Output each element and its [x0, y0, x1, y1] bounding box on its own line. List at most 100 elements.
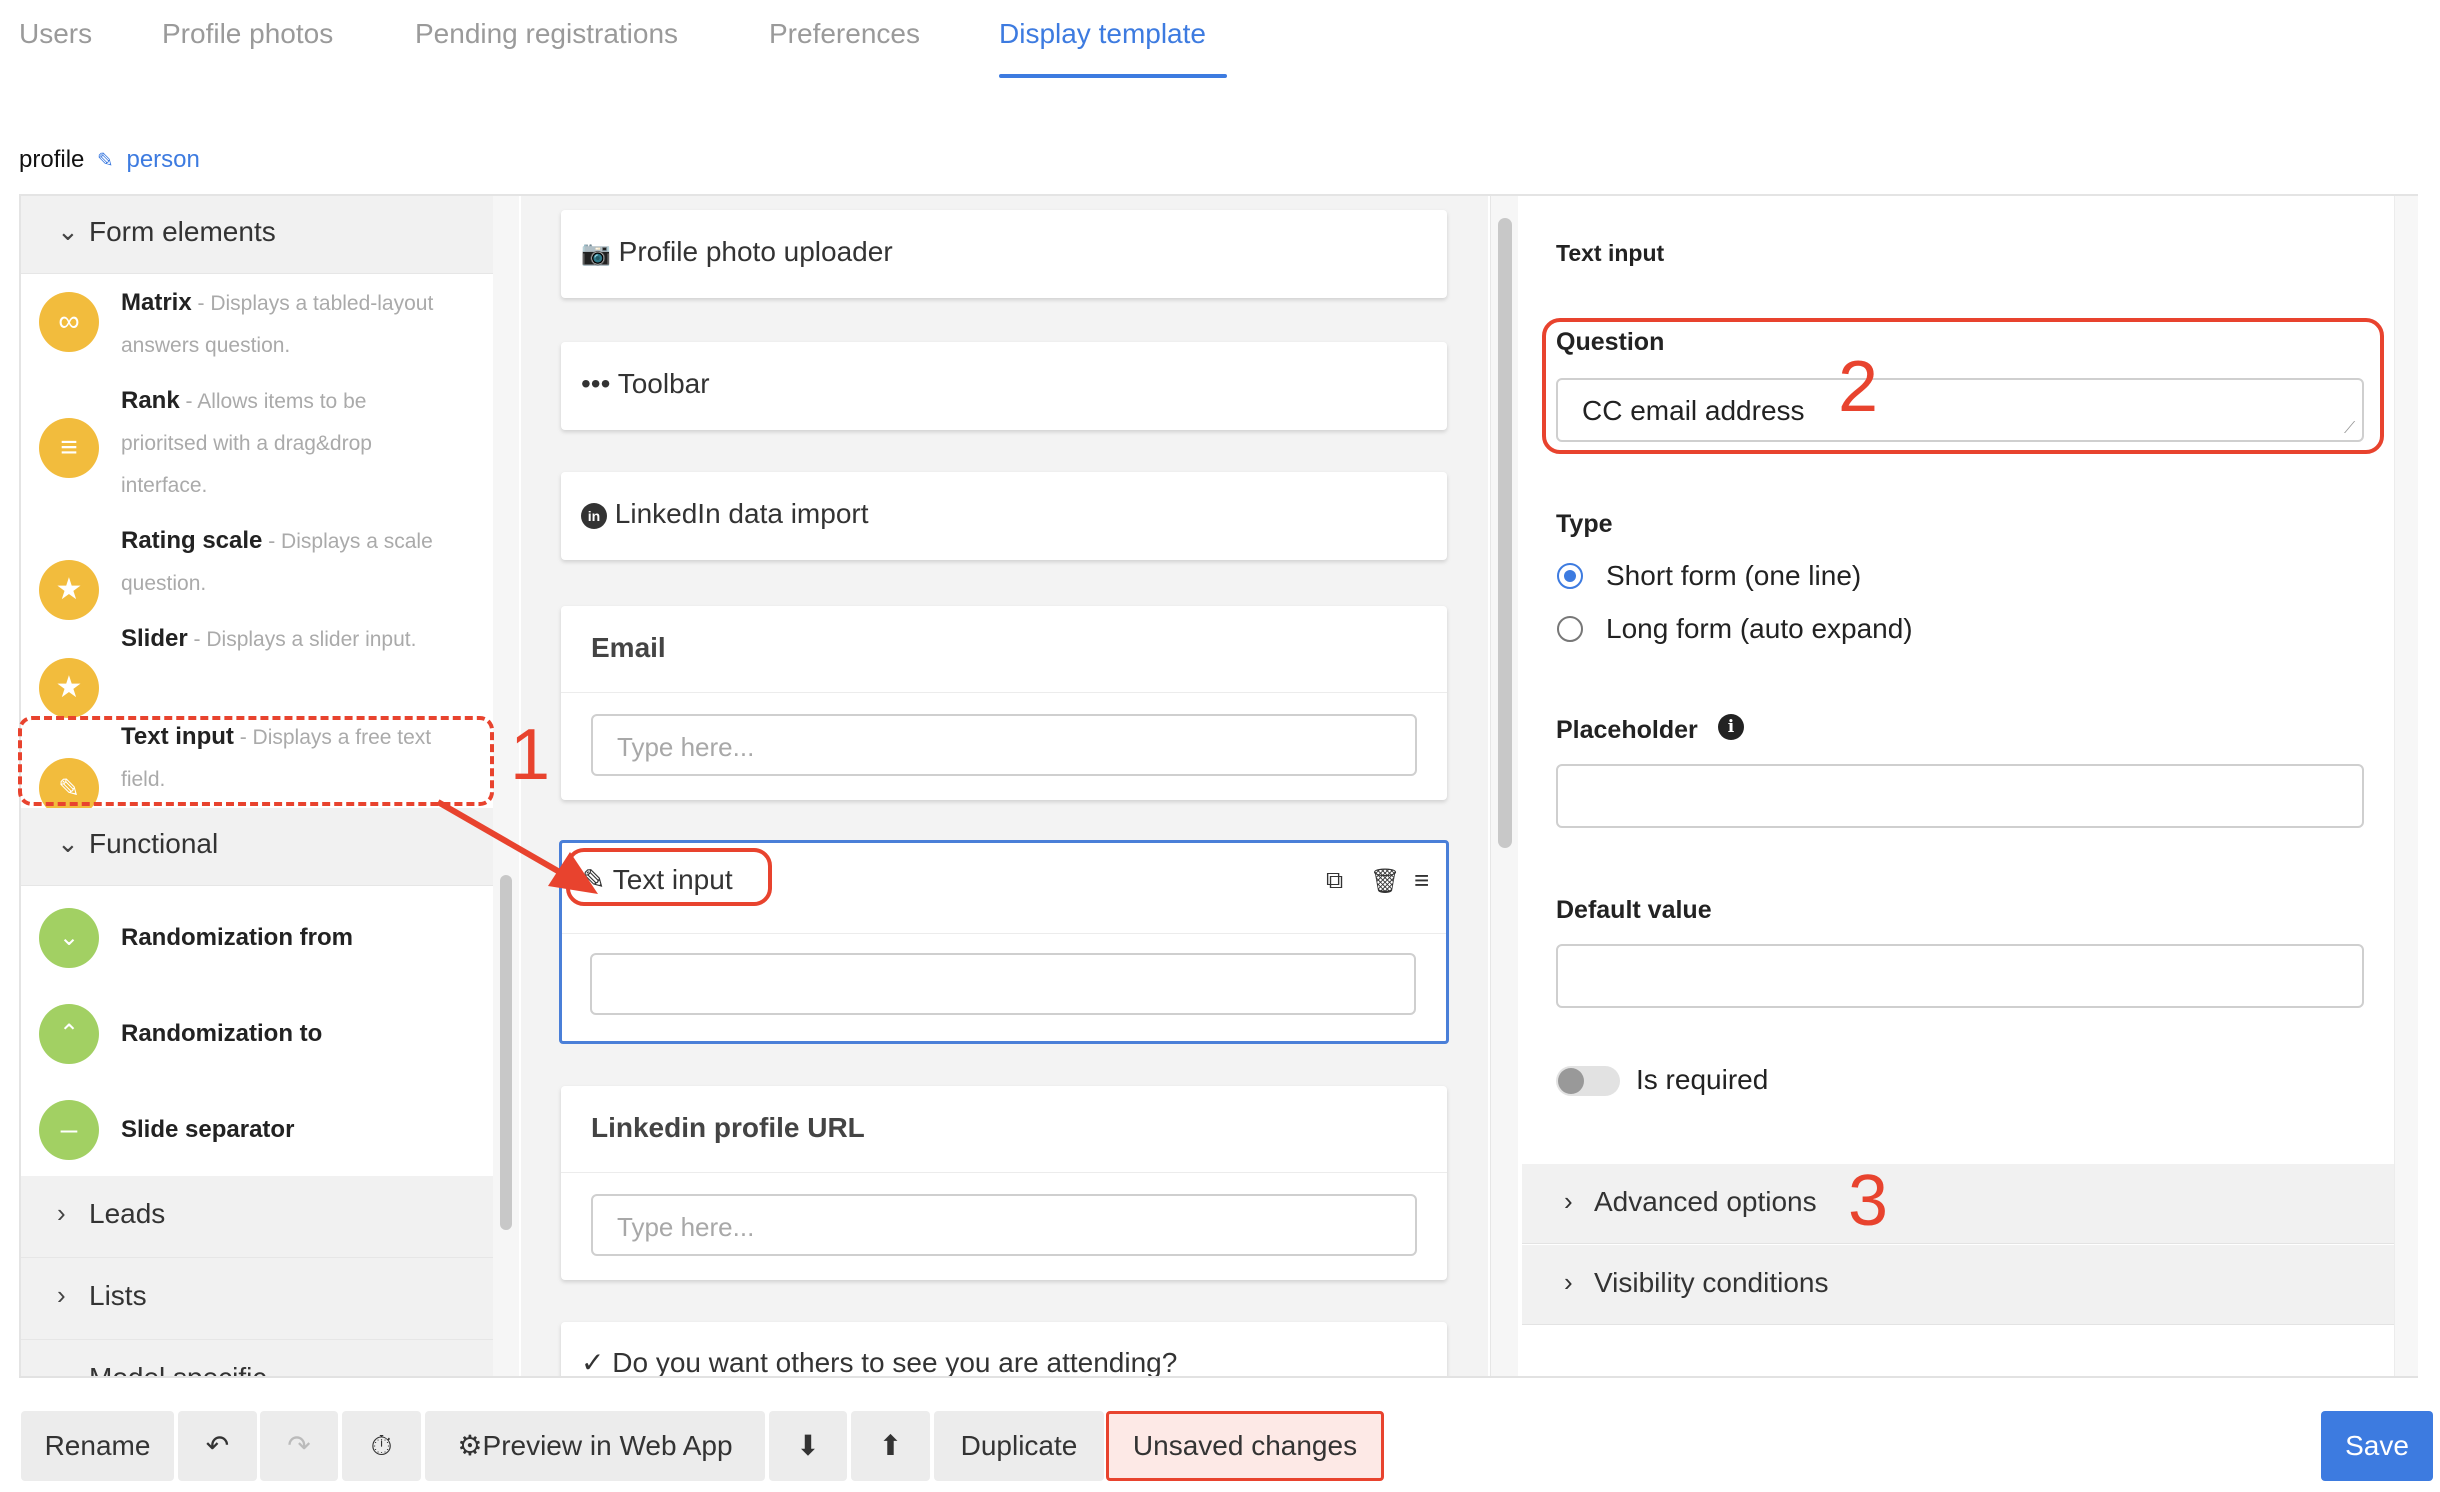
- breadcrumb-view[interactable]: person: [126, 146, 199, 173]
- annotation-number-3: 3: [1848, 1161, 1889, 1241]
- element-slide-separator[interactable]: Slide separator: [121, 1116, 294, 1144]
- tab-profile-photos[interactable]: Profile photos: [162, 18, 333, 50]
- redo-button[interactable]: ↷: [260, 1411, 338, 1481]
- breadcrumb: profile ✎ person: [19, 146, 200, 174]
- section-label: Form elements: [89, 216, 276, 247]
- element-name: Rank: [121, 387, 180, 414]
- card-divider: [561, 692, 1447, 693]
- rename-button[interactable]: Rename: [21, 1411, 174, 1481]
- card-divider: [562, 933, 1446, 934]
- chevron-down-icon: ⌄: [57, 1362, 79, 1376]
- undo-button[interactable]: ↶: [178, 1411, 257, 1481]
- radio-short-form[interactable]: [1557, 563, 1583, 589]
- drag-handle-icon[interactable]: ≡: [1414, 865, 1429, 896]
- infinity-icon: ∞: [39, 292, 99, 352]
- duplicate-icon[interactable]: ⧉: [1326, 867, 1343, 895]
- is-required-toggle[interactable]: [1556, 1066, 1620, 1096]
- tab-bar: Users Profile photos Pending registratio…: [0, 0, 2440, 80]
- annotation-number-2: 2: [1838, 347, 1879, 427]
- card-attending[interactable]: ✓ Do you want others to see you are atte…: [561, 1322, 1447, 1376]
- placeholder-label: Placeholder: [1556, 716, 1698, 744]
- tab-pending-registrations[interactable]: Pending registrations: [415, 18, 678, 50]
- section-model-specific[interactable]: ⌄ Model specific: [21, 1340, 493, 1376]
- history-button[interactable]: ⏱: [342, 1411, 421, 1481]
- element-name: Rating scale: [121, 527, 263, 554]
- card-title: Linkedin profile URL: [591, 1112, 865, 1143]
- annotation-box-text-input: [566, 848, 772, 906]
- element-randomization-to[interactable]: Randomization to: [121, 1020, 322, 1048]
- save-button[interactable]: Save: [2321, 1411, 2433, 1481]
- section-label: Lists: [89, 1280, 147, 1311]
- advanced-options-label: Advanced options: [1594, 1186, 1817, 1217]
- card-title: Toolbar: [617, 368, 710, 399]
- canvas-scroll-thumb[interactable]: [1498, 218, 1512, 848]
- properties-scrollbar[interactable]: [2394, 196, 2418, 1376]
- section-leads[interactable]: › Leads: [21, 1176, 493, 1258]
- type-label: Type: [1556, 510, 1613, 538]
- element-randomization-from[interactable]: Randomization from: [121, 924, 353, 952]
- radio-long-form-label[interactable]: Long form (auto expand): [1606, 613, 1913, 645]
- trash-icon[interactable]: 🗑: [1370, 867, 1400, 896]
- minus-icon: –: [39, 1100, 99, 1160]
- section-lists[interactable]: › Lists: [21, 1258, 493, 1340]
- card-linkedin-import[interactable]: in LinkedIn data import: [561, 472, 1447, 560]
- unsaved-changes-badge[interactable]: Unsaved changes: [1106, 1411, 1384, 1481]
- tab-display-template[interactable]: Display template: [999, 18, 1206, 50]
- editor-frame-bottom: [19, 1376, 2418, 1378]
- sidebar-scroll-thumb[interactable]: [500, 875, 512, 1230]
- move-down-button[interactable]: ⬇: [769, 1411, 847, 1481]
- info-icon[interactable]: i: [1718, 714, 1744, 740]
- card-title: Do you want others to see you are attend…: [612, 1347, 1178, 1376]
- email-input[interactable]: Type here...: [591, 714, 1417, 776]
- radio-long-form[interactable]: [1557, 616, 1583, 642]
- form-canvas: 📷 Profile photo uploader ••• Toolbar in …: [521, 196, 1488, 1376]
- element-matrix[interactable]: Matrix - Displays a tabled-layout answer…: [121, 282, 441, 367]
- section-functional[interactable]: ⌄ Functional: [21, 808, 493, 886]
- radio-short-form-label[interactable]: Short form (one line): [1606, 560, 1861, 592]
- element-rating-scale[interactable]: Rating scale - Displays a scale question…: [121, 520, 441, 605]
- redo-icon: ↷: [287, 1430, 311, 1461]
- arrow-up-icon: ⬆: [878, 1430, 903, 1461]
- star-icon: ★: [39, 658, 99, 718]
- visibility-conditions-row[interactable]: › Visibility conditions: [1522, 1245, 2394, 1325]
- active-tab-indicator: [999, 74, 1227, 78]
- duplicate-button[interactable]: Duplicate: [934, 1411, 1104, 1481]
- placeholder-field[interactable]: [1556, 764, 2364, 828]
- card-profile-photo-uploader[interactable]: 📷 Profile photo uploader: [561, 210, 1447, 298]
- text-input-preview[interactable]: [590, 953, 1416, 1015]
- chevron-right-icon: ›: [57, 1198, 66, 1228]
- breadcrumb-model: profile: [19, 146, 85, 173]
- section-label: Model specific: [89, 1362, 266, 1376]
- tab-preferences[interactable]: Preferences: [769, 18, 920, 50]
- default-value-field[interactable]: [1556, 944, 2364, 1008]
- annotation-box-1: [18, 716, 494, 806]
- advanced-options-row[interactable]: › Advanced options: [1522, 1164, 2394, 1244]
- element-rank[interactable]: Rank - Allows items to be prioritsed wit…: [121, 380, 441, 507]
- card-title: Email: [591, 632, 666, 663]
- gear-icon: ⚙: [457, 1430, 483, 1461]
- chevron-down-icon: ⌄: [57, 216, 79, 246]
- chevron-right-icon: ›: [57, 1280, 66, 1310]
- element-desc: - Displays a slider input.: [187, 628, 417, 651]
- default-value-label: Default value: [1556, 896, 1712, 924]
- card-linkedin-url[interactable]: Linkedin profile URL Type here...: [561, 1086, 1447, 1280]
- element-slider[interactable]: Slider - Displays a slider input.: [121, 618, 441, 661]
- star-icon: ★: [39, 560, 99, 620]
- camera-icon: 📷: [581, 240, 611, 267]
- stopwatch-icon: ⏱: [370, 1430, 393, 1461]
- arrow-down-icon: ⬇: [796, 1430, 820, 1461]
- card-divider: [561, 1172, 1447, 1173]
- tab-users[interactable]: Users: [19, 18, 92, 50]
- card-email[interactable]: Email Type here...: [561, 606, 1447, 800]
- chevron-right-icon: ›: [1564, 1267, 1573, 1297]
- pencil-icon[interactable]: ✎: [97, 150, 114, 172]
- ellipsis-icon: •••: [581, 368, 611, 399]
- card-toolbar[interactable]: ••• Toolbar: [561, 342, 1447, 430]
- preview-button[interactable]: ⚙Preview in Web App: [425, 1411, 765, 1481]
- linkedin-url-input[interactable]: Type here...: [591, 1194, 1417, 1256]
- annotation-number-1: 1: [510, 715, 551, 795]
- chevron-right-icon: ›: [1564, 1186, 1573, 1216]
- move-up-button[interactable]: ⬆: [851, 1411, 930, 1481]
- section-form-elements[interactable]: ⌄ Form elements: [21, 196, 493, 274]
- element-name: Matrix: [121, 289, 192, 316]
